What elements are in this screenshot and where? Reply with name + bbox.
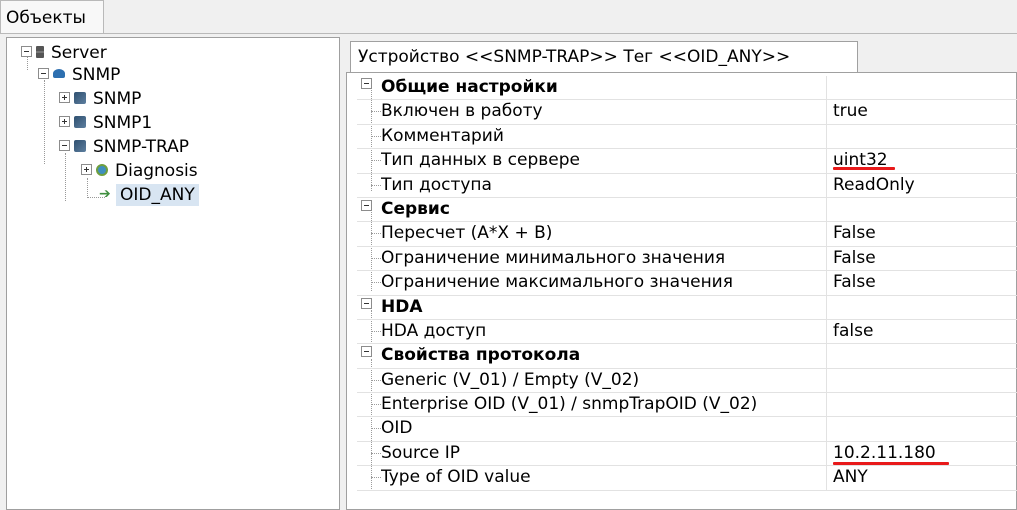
- property-value[interactable]: ReadOnly: [833, 174, 1017, 197]
- highlight-underline: [833, 462, 949, 465]
- property-name: Свойства протокола: [381, 344, 827, 368]
- tag-arrow-icon: ➔: [99, 185, 111, 202]
- property-value: [833, 76, 1017, 99]
- group-row-hda[interactable]: HDA: [357, 295, 1017, 320]
- property-grid[interactable]: Общие настройки Включен в работу true Ком…: [357, 76, 1017, 491]
- property-name: Ограничение максимального значения: [381, 271, 827, 295]
- property-value[interactable]: [833, 393, 1017, 416]
- expand-icon[interactable]: [81, 164, 92, 175]
- collapse-icon[interactable]: [361, 297, 372, 309]
- property-row[interactable]: Тип данных в сервере uint32: [357, 149, 1017, 174]
- property-value[interactable]: false: [833, 320, 1017, 343]
- tab-strip-divider: [0, 33, 1017, 34]
- property-name: Включен в работу: [381, 100, 827, 124]
- tree-node-snmp-trap-device[interactable]: SNMP-TRAP: [59, 136, 193, 160]
- tree-node-snmp1-device[interactable]: SNMP1: [59, 112, 156, 136]
- property-value: [833, 198, 1017, 221]
- property-value[interactable]: true: [833, 100, 1017, 123]
- property-name: Тип доступа: [381, 173, 827, 197]
- property-value[interactable]: [833, 125, 1017, 148]
- property-row[interactable]: Ограничение максимального значения False: [357, 271, 1017, 296]
- panel-splitter[interactable]: [341, 34, 343, 510]
- collapse-icon[interactable]: [361, 346, 372, 358]
- property-name: Generic (V_01) / Empty (V_02): [381, 368, 827, 393]
- property-value[interactable]: [833, 417, 1017, 440]
- tree-node-server[interactable]: Server: [21, 42, 111, 66]
- property-name: Пересчет (A*X + B): [381, 222, 827, 246]
- expand-icon[interactable]: [59, 92, 70, 103]
- property-row[interactable]: Комментарий: [357, 124, 1017, 150]
- server-icon: [36, 45, 44, 58]
- expand-icon[interactable]: [59, 116, 70, 127]
- property-name: Сервис: [381, 197, 827, 222]
- group-row-protocol[interactable]: Свойства протокола: [357, 344, 1017, 369]
- collapse-icon[interactable]: [361, 78, 372, 89]
- property-row[interactable]: OID: [357, 417, 1017, 442]
- property-value[interactable]: False: [833, 222, 1017, 245]
- tree-connector: [44, 80, 45, 164]
- tree-node-oid-any[interactable]: ➔ OID_ANY: [99, 184, 199, 208]
- tree-node-label: SNMP1: [93, 113, 153, 133]
- property-row[interactable]: Тип доступа ReadOnly: [357, 173, 1017, 198]
- network-icon: [53, 69, 65, 78]
- tree-node-label: Diagnosis: [115, 161, 198, 181]
- device-icon: [74, 115, 86, 128]
- property-name: Комментарий: [381, 124, 827, 149]
- tree-node-label: Server: [51, 43, 107, 63]
- device-icon: [74, 139, 86, 152]
- property-value[interactable]: False: [833, 247, 1017, 270]
- tree-node-label: OID_ANY: [116, 184, 199, 206]
- property-row[interactable]: Generic (V_01) / Empty (V_02): [357, 368, 1017, 394]
- group-row-general[interactable]: Общие настройки: [357, 76, 1017, 101]
- tree-node-label: SNMP: [72, 65, 121, 85]
- property-row[interactable]: Enterprise OID (V_01) / snmpTrapOID (V_0…: [357, 393, 1017, 418]
- property-value: [833, 344, 1017, 367]
- collapse-icon[interactable]: [59, 140, 70, 151]
- highlight-underline: [833, 167, 895, 170]
- property-value[interactable]: False: [833, 271, 1017, 294]
- tab-objects[interactable]: Объекты: [0, 0, 104, 34]
- tree-node-label: SNMP: [93, 89, 142, 109]
- property-name: Тип данных в сервере: [381, 149, 827, 173]
- collapse-icon[interactable]: [21, 46, 32, 57]
- property-name: Enterprise OID (V_01) / snmpTrapOID (V_0…: [381, 393, 827, 417]
- property-value[interactable]: ANY: [833, 466, 1017, 489]
- property-name: Общие настройки: [381, 76, 827, 100]
- property-value: [833, 296, 1017, 319]
- property-row[interactable]: Пересчет (A*X + B) False: [357, 222, 1017, 247]
- property-row[interactable]: Включен в работу true: [357, 100, 1017, 125]
- property-value[interactable]: [833, 369, 1017, 392]
- property-name: Type of OID value: [381, 466, 827, 490]
- property-name: HDA: [381, 295, 827, 319]
- property-name: Ограничение минимального значения: [381, 246, 827, 271]
- tree-node-snmp-channel[interactable]: SNMP: [38, 64, 124, 88]
- object-tree[interactable]: Server SNMP SNMP SNMP1 SNMP-TRAP Diagnos…: [6, 37, 340, 510]
- collapse-icon[interactable]: [38, 68, 49, 79]
- group-row-service[interactable]: Сервис: [357, 197, 1017, 223]
- tree-node-label: SNMP-TRAP: [93, 137, 190, 157]
- property-row[interactable]: HDA доступ false: [357, 319, 1017, 345]
- tab-tag-properties[interactable]: Устройство <<SNMP-TRAP>> Тег <<OID_ANY>>: [350, 41, 858, 73]
- diagnosis-icon: [96, 163, 108, 176]
- property-name: Source IP: [381, 441, 827, 466]
- property-name: OID: [381, 417, 827, 441]
- property-row[interactable]: Ограничение минимального значения False: [357, 246, 1017, 272]
- property-row[interactable]: Type of OID value ANY: [357, 466, 1017, 491]
- property-name: HDA доступ: [381, 319, 827, 344]
- tree-node-diagnosis[interactable]: Diagnosis: [81, 160, 202, 184]
- tree-node-snmp-device[interactable]: SNMP: [59, 88, 145, 112]
- device-icon: [74, 91, 86, 104]
- property-grid-panel[interactable]: Общие настройки Включен в работу true Ком…: [346, 72, 1017, 510]
- tree-connector: [65, 153, 66, 201]
- collapse-icon[interactable]: [361, 199, 372, 211]
